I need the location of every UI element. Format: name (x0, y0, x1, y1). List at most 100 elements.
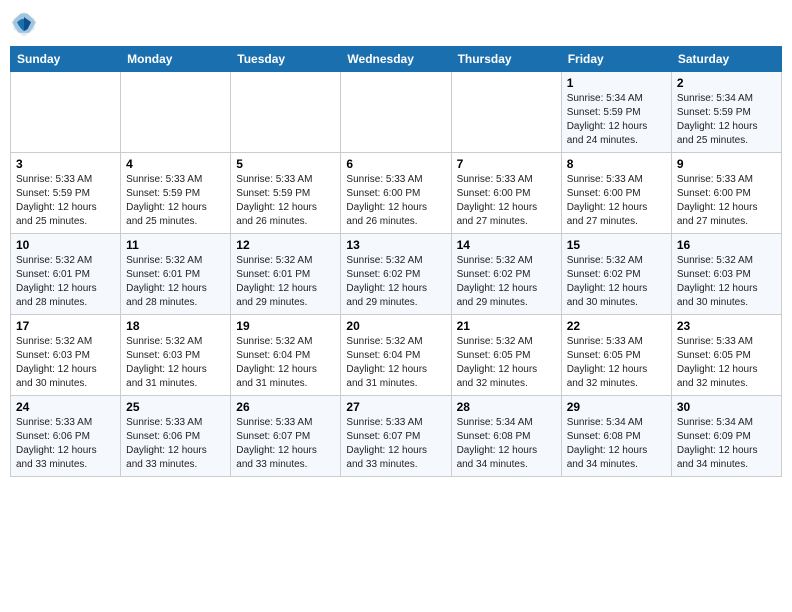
day-info: Sunrise: 5:33 AM Sunset: 6:00 PM Dayligh… (567, 173, 666, 229)
day-number: 20 (346, 319, 445, 333)
day-info: Sunrise: 5:34 AM Sunset: 6:08 PM Dayligh… (567, 416, 666, 472)
day-number: 3 (16, 157, 115, 171)
day-number: 4 (126, 157, 225, 171)
day-number: 9 (677, 157, 776, 171)
calendar-cell: 14 Sunrise: 5:32 AM Sunset: 6:02 PM Dayli… (451, 234, 561, 315)
day-info: Sunrise: 5:32 AM Sunset: 6:02 PM Dayligh… (567, 254, 666, 310)
day-info: Sunrise: 5:33 AM Sunset: 6:00 PM Dayligh… (457, 173, 556, 229)
day-number: 24 (16, 400, 115, 414)
day-number: 7 (457, 157, 556, 171)
day-number: 28 (457, 400, 556, 414)
calendar-cell: 9 Sunrise: 5:33 AM Sunset: 6:00 PM Daylig… (671, 153, 781, 234)
calendar-table: SundayMondayTuesdayWednesdayThursdayFrid… (10, 46, 782, 477)
calendar-cell: 20 Sunrise: 5:32 AM Sunset: 6:04 PM Dayli… (341, 315, 451, 396)
day-info: Sunrise: 5:32 AM Sunset: 6:02 PM Dayligh… (457, 254, 556, 310)
weekday-header-tuesday: Tuesday (231, 47, 341, 72)
logo (10, 10, 42, 38)
calendar-cell: 25 Sunrise: 5:33 AM Sunset: 6:06 PM Dayli… (121, 396, 231, 477)
day-number: 11 (126, 238, 225, 252)
day-number: 17 (16, 319, 115, 333)
calendar-cell: 16 Sunrise: 5:32 AM Sunset: 6:03 PM Dayli… (671, 234, 781, 315)
day-number: 6 (346, 157, 445, 171)
day-info: Sunrise: 5:33 AM Sunset: 6:00 PM Dayligh… (346, 173, 445, 229)
calendar-cell (231, 72, 341, 153)
calendar-cell: 8 Sunrise: 5:33 AM Sunset: 6:00 PM Daylig… (561, 153, 671, 234)
day-number: 25 (126, 400, 225, 414)
calendar-cell: 4 Sunrise: 5:33 AM Sunset: 5:59 PM Daylig… (121, 153, 231, 234)
calendar-cell: 2 Sunrise: 5:34 AM Sunset: 5:59 PM Daylig… (671, 72, 781, 153)
weekday-header-monday: Monday (121, 47, 231, 72)
calendar-cell (11, 72, 121, 153)
calendar-cell (341, 72, 451, 153)
day-info: Sunrise: 5:33 AM Sunset: 5:59 PM Dayligh… (236, 173, 335, 229)
weekday-header-friday: Friday (561, 47, 671, 72)
day-number: 16 (677, 238, 776, 252)
calendar-cell: 18 Sunrise: 5:32 AM Sunset: 6:03 PM Dayli… (121, 315, 231, 396)
calendar-week-4: 17 Sunrise: 5:32 AM Sunset: 6:03 PM Dayli… (11, 315, 782, 396)
calendar-cell: 23 Sunrise: 5:33 AM Sunset: 6:05 PM Dayli… (671, 315, 781, 396)
calendar-cell: 7 Sunrise: 5:33 AM Sunset: 6:00 PM Daylig… (451, 153, 561, 234)
calendar-week-1: 1 Sunrise: 5:34 AM Sunset: 5:59 PM Daylig… (11, 72, 782, 153)
day-number: 1 (567, 76, 666, 90)
day-info: Sunrise: 5:32 AM Sunset: 6:03 PM Dayligh… (126, 335, 225, 391)
day-number: 19 (236, 319, 335, 333)
day-info: Sunrise: 5:32 AM Sunset: 6:03 PM Dayligh… (16, 335, 115, 391)
calendar-cell (121, 72, 231, 153)
calendar-cell: 15Sunrise: 5:32 AM Sunset: 6:02 PM Dayli… (561, 234, 671, 315)
day-number: 2 (677, 76, 776, 90)
day-number: 10 (16, 238, 115, 252)
page-header (10, 10, 782, 38)
day-info: Sunrise: 5:32 AM Sunset: 6:02 PM Dayligh… (346, 254, 445, 310)
calendar-cell: 30Sunrise: 5:34 AM Sunset: 6:09 PM Dayli… (671, 396, 781, 477)
calendar-cell: 6 Sunrise: 5:33 AM Sunset: 6:00 PM Daylig… (341, 153, 451, 234)
day-info: Sunrise: 5:32 AM Sunset: 6:04 PM Dayligh… (346, 335, 445, 391)
day-info: Sunrise: 5:32 AM Sunset: 6:03 PM Dayligh… (677, 254, 776, 310)
day-number: 8 (567, 157, 666, 171)
calendar-cell: 28 Sunrise: 5:34 AM Sunset: 6:08 PM Dayli… (451, 396, 561, 477)
calendar-cell: 27 Sunrise: 5:33 AM Sunset: 6:07 PM Dayli… (341, 396, 451, 477)
day-info: Sunrise: 5:32 AM Sunset: 6:01 PM Dayligh… (16, 254, 115, 310)
day-info: Sunrise: 5:34 AM Sunset: 6:08 PM Dayligh… (457, 416, 556, 472)
day-info: Sunrise: 5:33 AM Sunset: 6:05 PM Dayligh… (567, 335, 666, 391)
day-info: Sunrise: 5:33 AM Sunset: 5:59 PM Dayligh… (16, 173, 115, 229)
day-info: Sunrise: 5:33 AM Sunset: 5:59 PM Dayligh… (126, 173, 225, 229)
calendar-cell (451, 72, 561, 153)
day-info: Sunrise: 5:34 AM Sunset: 5:59 PM Dayligh… (567, 92, 666, 148)
day-number: 12 (236, 238, 335, 252)
day-info: Sunrise: 5:33 AM Sunset: 6:07 PM Dayligh… (236, 416, 335, 472)
calendar-cell: 12 Sunrise: 5:32 AM Sunset: 6:01 PM Dayli… (231, 234, 341, 315)
calendar-cell: 13 Sunrise: 5:32 AM Sunset: 6:02 PM Dayli… (341, 234, 451, 315)
calendar-cell: 19 Sunrise: 5:32 AM Sunset: 6:04 PM Dayli… (231, 315, 341, 396)
day-number: 21 (457, 319, 556, 333)
day-info: Sunrise: 5:33 AM Sunset: 6:06 PM Dayligh… (16, 416, 115, 472)
day-info: Sunrise: 5:32 AM Sunset: 6:04 PM Dayligh… (236, 335, 335, 391)
day-info: Sunrise: 5:33 AM Sunset: 6:00 PM Dayligh… (677, 173, 776, 229)
day-number: 26 (236, 400, 335, 414)
weekday-header-sunday: Sunday (11, 47, 121, 72)
day-info: Sunrise: 5:34 AM Sunset: 6:09 PM Dayligh… (677, 416, 776, 472)
day-number: 29 (567, 400, 666, 414)
day-number: 13 (346, 238, 445, 252)
calendar-cell: 10 Sunrise: 5:32 AM Sunset: 6:01 PM Dayli… (11, 234, 121, 315)
day-number: 22 (567, 319, 666, 333)
day-number: 23 (677, 319, 776, 333)
day-number: 27 (346, 400, 445, 414)
logo-icon (10, 10, 38, 38)
calendar-week-3: 10 Sunrise: 5:32 AM Sunset: 6:01 PM Dayli… (11, 234, 782, 315)
calendar-week-2: 3 Sunrise: 5:33 AM Sunset: 5:59 PM Daylig… (11, 153, 782, 234)
calendar-cell: 1 Sunrise: 5:34 AM Sunset: 5:59 PM Daylig… (561, 72, 671, 153)
day-number: 14 (457, 238, 556, 252)
day-info: Sunrise: 5:34 AM Sunset: 5:59 PM Dayligh… (677, 92, 776, 148)
calendar-week-5: 24 Sunrise: 5:33 AM Sunset: 6:06 PM Dayli… (11, 396, 782, 477)
day-number: 18 (126, 319, 225, 333)
calendar-cell: 21Sunrise: 5:32 AM Sunset: 6:05 PM Dayli… (451, 315, 561, 396)
day-info: Sunrise: 5:32 AM Sunset: 6:01 PM Dayligh… (126, 254, 225, 310)
weekday-header-saturday: Saturday (671, 47, 781, 72)
day-info: Sunrise: 5:32 AM Sunset: 6:01 PM Dayligh… (236, 254, 335, 310)
day-info: Sunrise: 5:33 AM Sunset: 6:05 PM Dayligh… (677, 335, 776, 391)
day-info: Sunrise: 5:33 AM Sunset: 6:06 PM Dayligh… (126, 416, 225, 472)
calendar-cell: 17 Sunrise: 5:32 AM Sunset: 6:03 PM Dayli… (11, 315, 121, 396)
day-info: Sunrise: 5:33 AM Sunset: 6:07 PM Dayligh… (346, 416, 445, 472)
calendar-header-row: SundayMondayTuesdayWednesdayThursdayFrid… (11, 47, 782, 72)
calendar-cell: 24 Sunrise: 5:33 AM Sunset: 6:06 PM Dayli… (11, 396, 121, 477)
